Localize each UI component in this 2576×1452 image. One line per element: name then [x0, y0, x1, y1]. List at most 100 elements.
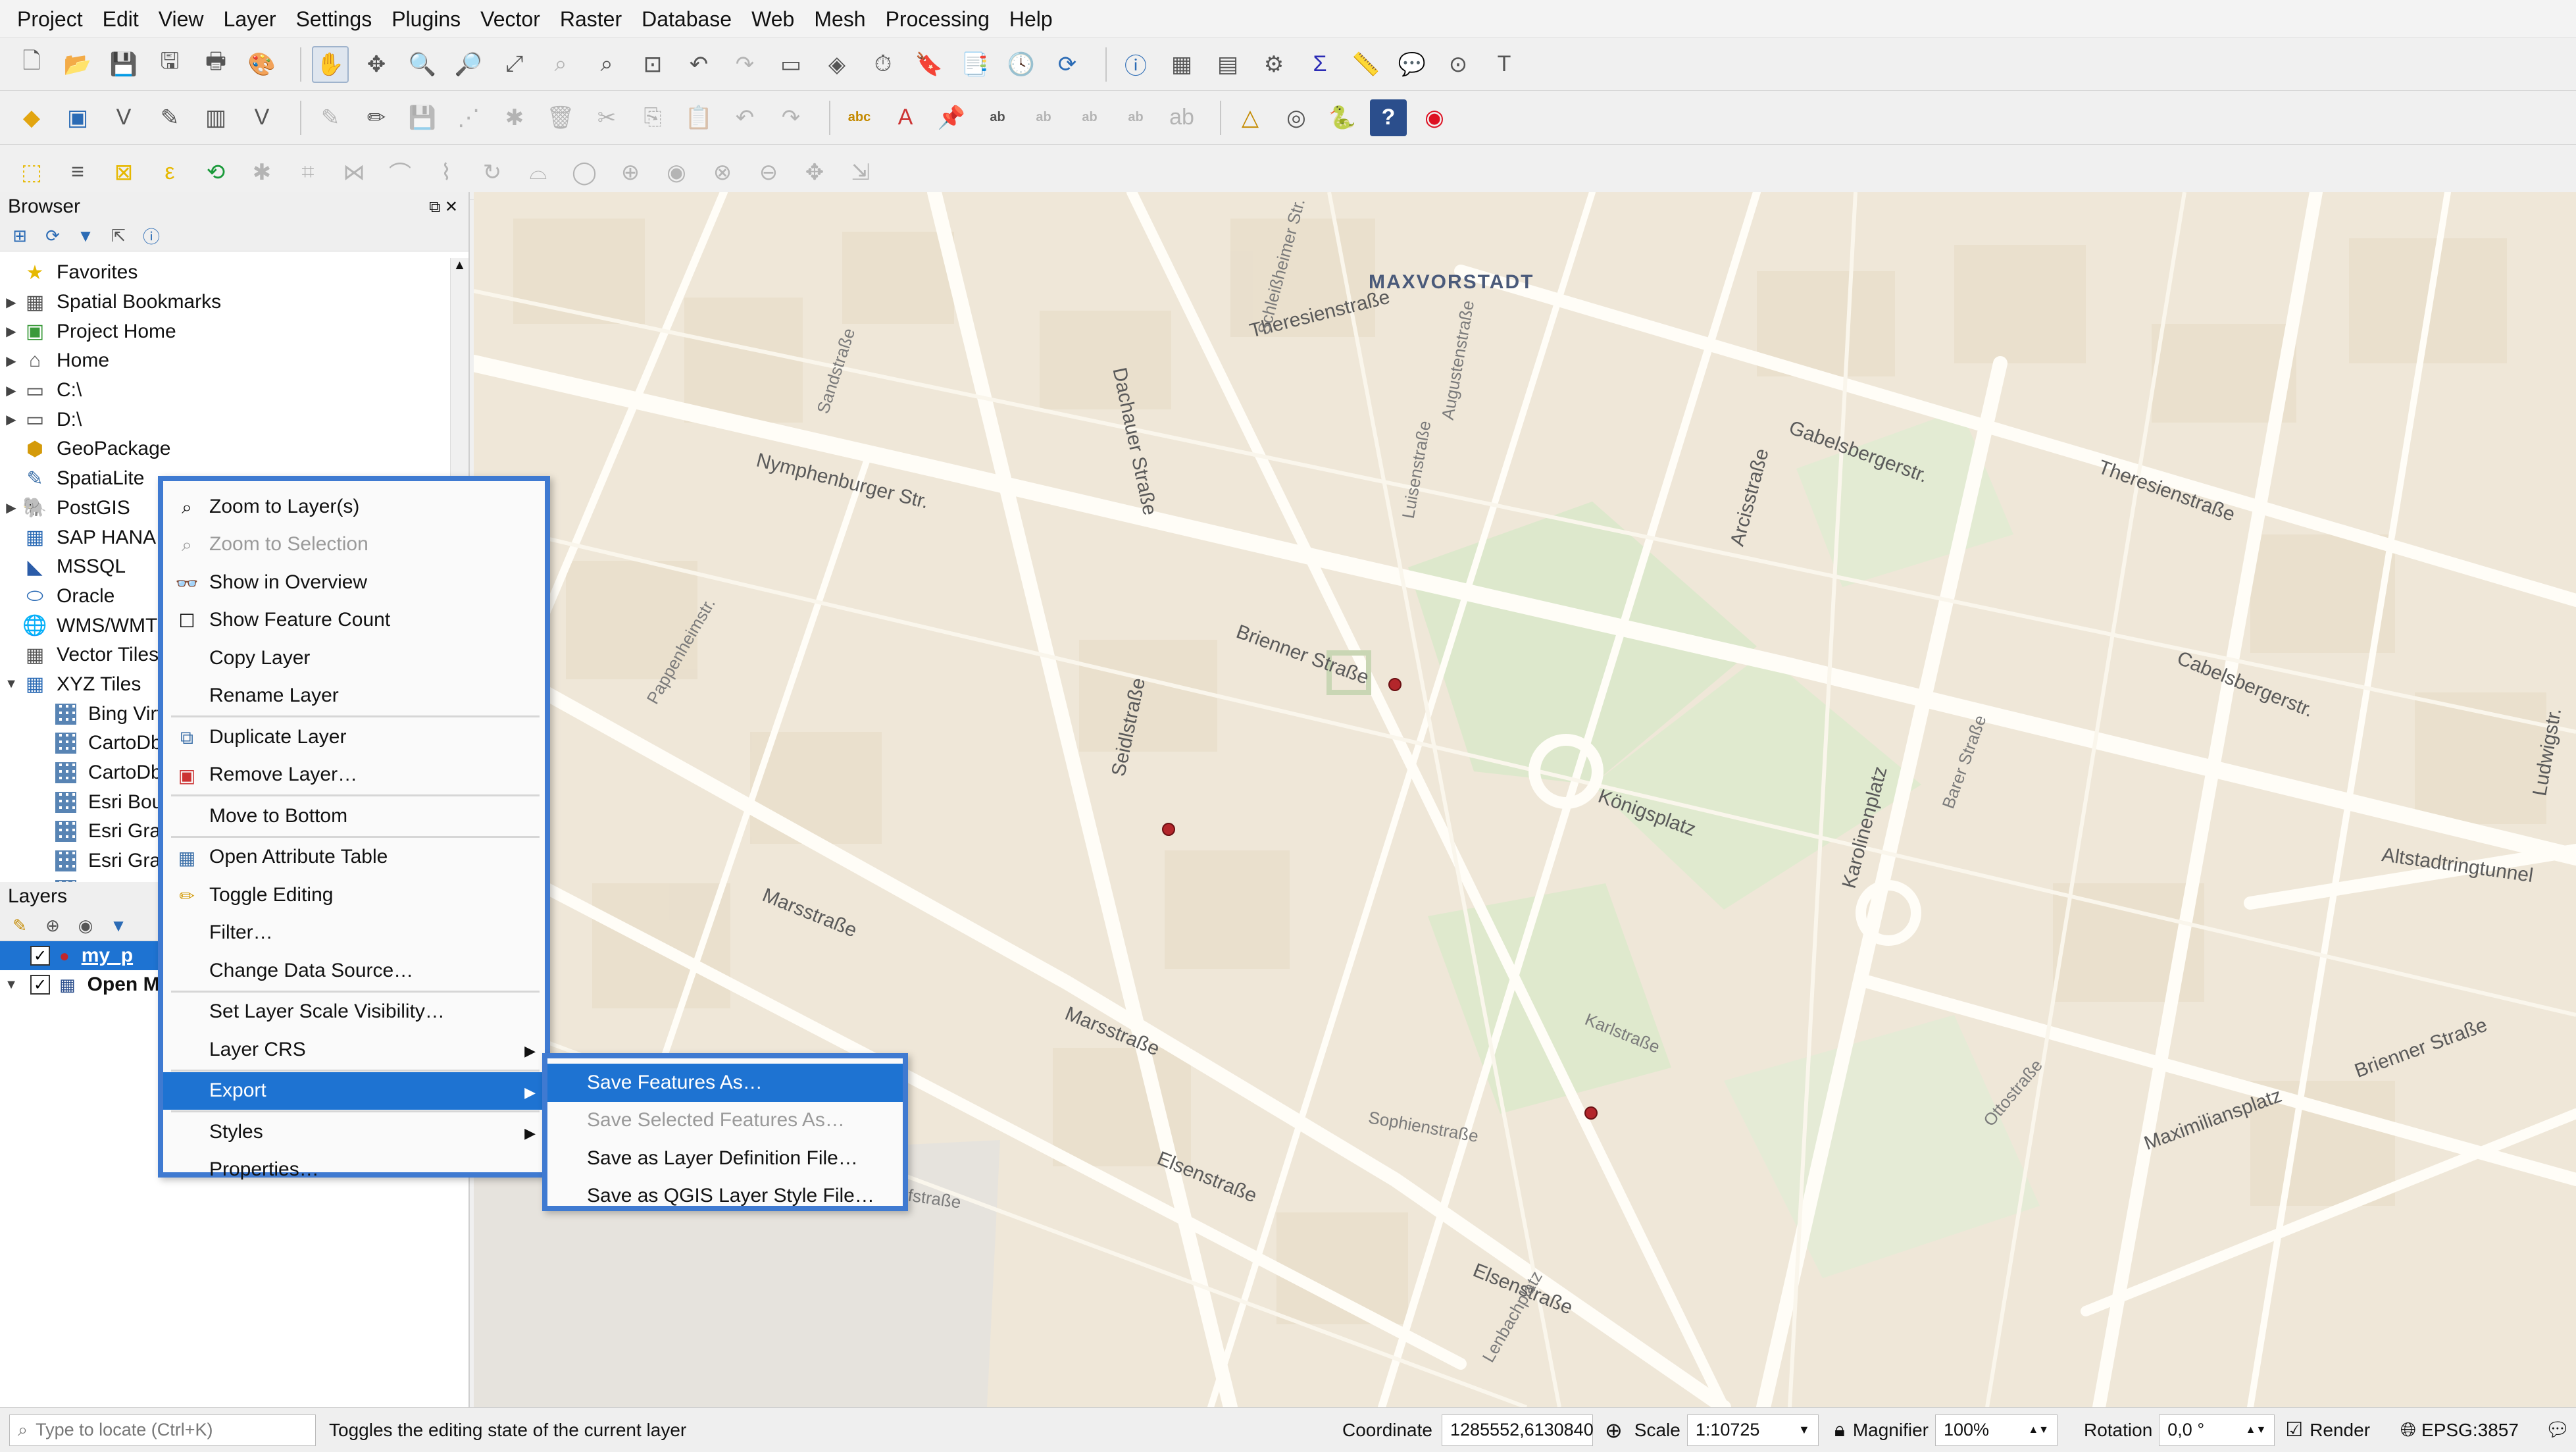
- scale-combobox[interactable]: 1:10725 ▼: [1686, 1414, 1819, 1446]
- submenu-item-save-as-qgis-layer-style-file[interactable]: Save as QGIS Layer Style File…: [547, 1178, 903, 1216]
- save-edits-icon[interactable]: 💾: [404, 99, 441, 136]
- menu-database[interactable]: Database: [634, 0, 744, 38]
- browser-item[interactable]: ▶ ▭ D:\: [0, 405, 461, 434]
- toggle-edit-icon[interactable]: ✏: [358, 99, 395, 136]
- zoom-to-selection-icon[interactable]: ⌕: [542, 46, 579, 83]
- menu-raster[interactable]: Raster: [552, 0, 634, 38]
- field-calculator-icon[interactable]: ▤: [1209, 46, 1246, 83]
- add-vector-layer-icon[interactable]: ◆: [13, 99, 50, 136]
- submenu-item-save-features-as[interactable]: Save Features As…: [547, 1064, 903, 1102]
- add-selected-icon[interactable]: ⊞: [9, 226, 30, 247]
- menu-plugins[interactable]: Plugins: [384, 0, 472, 38]
- merge-icon[interactable]: ⋈: [336, 154, 372, 191]
- identify-icon[interactable]: ⓘ: [1117, 46, 1154, 83]
- processing-icon[interactable]: ⚙: [1255, 46, 1292, 83]
- digitize-icon[interactable]: ⋰: [450, 99, 487, 136]
- select-features-icon[interactable]: ⬚: [13, 154, 50, 191]
- zoom-last-icon[interactable]: ↶: [680, 46, 717, 83]
- filter-legend-icon[interactable]: ▼: [108, 916, 129, 937]
- coordinate-field[interactable]: 1285552,6130840: [1441, 1414, 1594, 1446]
- menu-item-show-in-overview[interactable]: 👓 Show in Overview: [163, 563, 545, 602]
- menu-item-change-data-source[interactable]: Change Data Source…: [163, 952, 545, 990]
- pin-labels-icon[interactable]: 📌: [933, 99, 970, 136]
- simplify-icon[interactable]: ⌓: [520, 154, 557, 191]
- manage-visibility-icon[interactable]: ◉: [75, 916, 96, 937]
- python-console-icon[interactable]: 🐍: [1324, 99, 1361, 136]
- expand-arrow-icon[interactable]: ▶: [0, 500, 22, 516]
- zoom-in-icon[interactable]: 🔍: [404, 46, 441, 83]
- expand-arrow-icon[interactable]: ▶: [0, 323, 22, 340]
- delete-part-icon[interactable]: ⊖: [750, 154, 787, 191]
- digitize-tools-icon[interactable]: ✱: [243, 154, 280, 191]
- offset-curve-icon[interactable]: ⌒: [382, 154, 418, 191]
- menu-vector[interactable]: Vector: [472, 0, 552, 38]
- fill-ring-icon[interactable]: ◉: [658, 154, 695, 191]
- qgis2web-icon[interactable]: ◎: [1278, 99, 1315, 136]
- filter-icon[interactable]: ▼: [75, 226, 96, 247]
- menu-item-zoom-to-layer-s[interactable]: ⌕ Zoom to Layer(s): [163, 488, 545, 526]
- menu-help[interactable]: Help: [1001, 0, 1065, 38]
- browser-item[interactable]: ★ Favorites: [0, 258, 461, 288]
- expand-arrow-icon[interactable]: ▶: [0, 411, 22, 428]
- split-parts-icon[interactable]: ⌗: [290, 154, 326, 191]
- browser-item[interactable]: ▶ ▣ Project Home: [0, 317, 461, 346]
- submenu-item-save-selected-features-as[interactable]: Save Selected Features As…: [547, 1102, 903, 1140]
- zoom-native-icon[interactable]: ⊡: [634, 46, 671, 83]
- layer-styling-icon[interactable]: ✎: [9, 916, 30, 937]
- rotate-icon[interactable]: ↻: [474, 154, 511, 191]
- collapse-all-icon[interactable]: ⇱: [108, 226, 129, 247]
- add-group-icon[interactable]: ⊕: [42, 916, 63, 937]
- paste-features-icon[interactable]: 📋: [680, 99, 717, 136]
- rotation-spinbox[interactable]: 0,0 ° ▲▼: [2159, 1414, 2275, 1446]
- point-feature-marker[interactable]: [1584, 1106, 1598, 1120]
- undo-icon[interactable]: ↶: [726, 99, 763, 136]
- print-layout-icon[interactable]: 🖶: [197, 46, 234, 83]
- menu-project[interactable]: Project: [9, 0, 95, 38]
- map-tips-icon[interactable]: 💬: [1394, 46, 1430, 83]
- zoom-to-layer-icon[interactable]: ⌕: [588, 46, 625, 83]
- delete-selected-icon[interactable]: 🗑: [542, 99, 579, 136]
- menu-item-duplicate-layer[interactable]: ⧉ Duplicate Layer: [163, 718, 545, 756]
- menu-item-copy-layer[interactable]: Copy Layer: [163, 639, 545, 677]
- current-edits-icon[interactable]: ✎: [312, 99, 349, 136]
- help-icon[interactable]: ?: [1370, 99, 1407, 136]
- add-spatialite-icon[interactable]: ✎: [151, 99, 188, 136]
- scale-feature-icon[interactable]: ⇲: [842, 154, 879, 191]
- browser-item[interactable]: ▶ ⌂ Home: [0, 346, 461, 376]
- lock-scale-icon[interactable]: 🔒︎: [1834, 1419, 1845, 1441]
- menu-web[interactable]: Web: [744, 0, 806, 38]
- expand-arrow-icon[interactable]: ▼: [0, 677, 22, 692]
- browser-item[interactable]: ▶ ▭ C:\: [0, 376, 461, 405]
- expand-arrow-icon[interactable]: ▶: [0, 294, 22, 311]
- add-raster-layer-icon[interactable]: ▣: [59, 99, 96, 136]
- style-manager-icon[interactable]: 🎨: [243, 46, 280, 83]
- menu-mesh[interactable]: Mesh: [806, 0, 877, 38]
- show-labels-icon[interactable]: ab: [979, 99, 1016, 136]
- menu-item-layer-crs[interactable]: Layer CRS ▶: [163, 1031, 545, 1069]
- messages-icon[interactable]: 💬︎: [2545, 1418, 2570, 1441]
- pan-to-selection-icon[interactable]: ✥: [358, 46, 395, 83]
- bookmark-new-icon[interactable]: 🔖: [911, 46, 947, 83]
- reshape-icon[interactable]: ⌇: [428, 154, 465, 191]
- bookmarks-icon[interactable]: 📑: [957, 46, 994, 83]
- label-visibility-icon[interactable]: ab: [1163, 99, 1200, 136]
- refresh-icon[interactable]: ⟳: [42, 226, 63, 247]
- save-as-icon[interactable]: 🖫: [151, 46, 188, 83]
- browser-item[interactable]: ⬢ GeoPackage: [0, 434, 461, 464]
- submenu-item-save-as-layer-definition-file[interactable]: Save as Layer Definition File…: [547, 1139, 903, 1178]
- cut-features-icon[interactable]: ✂: [588, 99, 625, 136]
- label-toolbar-icon[interactable]: abc: [841, 99, 878, 136]
- new-map-view-icon[interactable]: ▭: [772, 46, 809, 83]
- toggle-extents-icon[interactable]: ⊕: [1605, 1418, 1623, 1443]
- point-feature-marker[interactable]: [1162, 823, 1175, 836]
- menu-item-move-to-bottom[interactable]: Move to Bottom: [163, 797, 545, 835]
- save-project-icon[interactable]: 💾: [105, 46, 142, 83]
- map-canvas[interactable]: MAXVORSTADT Theresienstraße Gabelsbergerst…: [474, 192, 2576, 1407]
- new-3d-view-icon[interactable]: ◈: [819, 46, 855, 83]
- text-annotation-icon[interactable]: T: [1486, 46, 1523, 83]
- menu-item-filter[interactable]: Filter…: [163, 914, 545, 952]
- info-icon[interactable]: ⓘ: [141, 226, 162, 247]
- measure-icon[interactable]: 📏: [1348, 46, 1384, 83]
- refresh-icon[interactable]: ⟳: [1049, 46, 1086, 83]
- attribute-table-icon[interactable]: ▦: [1163, 46, 1200, 83]
